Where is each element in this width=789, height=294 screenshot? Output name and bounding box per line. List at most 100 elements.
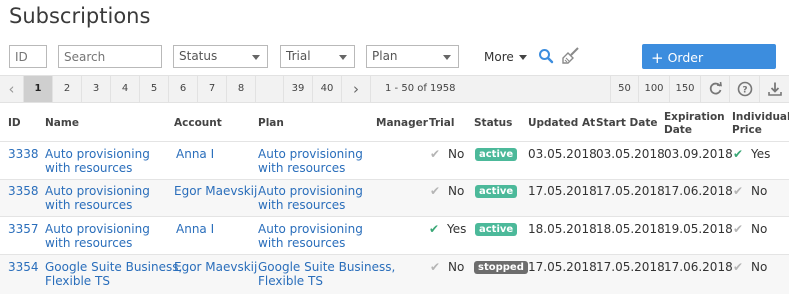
prev-page-button[interactable]: ‹ [0, 76, 24, 102]
row-updated-at: 17.05.2018 [528, 184, 597, 198]
search-icon[interactable] [538, 48, 554, 69]
row-id-link[interactable]: 3338 [8, 147, 39, 161]
row-name-line-1: Google Suite Business, [45, 260, 183, 274]
row-expiration-date: 19.05.2018 [664, 222, 733, 236]
row-name-link[interactable]: Auto provisioning with resources [45, 147, 150, 175]
row-plan-line-2: Flexible TS [258, 274, 323, 288]
row-plan-link[interactable]: Google Suite Business, Flexible TS [258, 260, 395, 288]
row-plan-link[interactable]: Auto provisioning with resources [258, 147, 363, 175]
checkmark-icon: ✔ [429, 222, 440, 236]
row-plan-line-1: Auto provisioning [258, 184, 363, 198]
table-row[interactable]: 3354 Google Suite Business, Flexible TS E… [0, 254, 789, 294]
plus-icon: + [651, 49, 664, 67]
order-subscription-button[interactable]: +Order Subscription [642, 44, 776, 82]
page-size-50[interactable]: 50 [610, 76, 639, 102]
broom-icon[interactable] [561, 46, 580, 70]
page-size-100[interactable]: 100 [639, 76, 670, 102]
expiration-header-line-1: Expiration [664, 111, 725, 123]
column-header-start-date[interactable]: Start Date [596, 117, 657, 130]
row-name-line-1: Auto provisioning [45, 147, 150, 161]
row-name-line-2: with resources [45, 161, 133, 175]
id-filter-input[interactable] [9, 45, 47, 68]
row-plan-line-1: Auto provisioning [258, 147, 363, 161]
row-name-link[interactable]: Auto provisioning with resources [45, 222, 150, 250]
row-account-link[interactable]: Anna I [176, 147, 214, 161]
plan-filter-select[interactable]: Plan [366, 45, 459, 68]
column-header-status[interactable]: Status [474, 117, 512, 130]
table-row[interactable]: 3358 Auto provisioning with resources Ego… [0, 179, 789, 216]
individual-price-header-line-1: Individual [732, 111, 789, 123]
row-individual-price: No [751, 184, 768, 198]
column-header-manager[interactable]: Manager [376, 117, 428, 130]
row-individual-price: No [751, 222, 768, 236]
status-badge: active [475, 148, 518, 161]
page-button[interactable]: 4 [111, 76, 140, 102]
checkmark-icon: ✔ [430, 184, 441, 198]
search-input[interactable] [58, 45, 162, 68]
row-start-date: 17.05.2018 [596, 260, 665, 274]
trial-filter-select[interactable]: Trial [280, 45, 355, 68]
column-header-individual-price[interactable]: Individual Price [732, 111, 789, 137]
row-id-link[interactable]: 3354 [8, 260, 39, 274]
row-name-line-2: with resources [45, 198, 133, 212]
row-account-link[interactable]: Anna I [176, 222, 214, 236]
page-button[interactable]: 40 [313, 76, 342, 102]
row-plan-line-2: with resources [258, 236, 346, 250]
table-row[interactable]: 3357 Auto provisioning with resources Ann… [0, 216, 789, 254]
table-row[interactable]: 3338 Auto provisioning with resources Ann… [0, 141, 789, 179]
row-start-date: 17.05.2018 [596, 184, 665, 198]
row-plan-link[interactable]: Auto provisioning with resources [258, 222, 363, 250]
row-trial-value: Yes [447, 222, 467, 236]
column-header-expiration-date[interactable]: Expiration Date [664, 111, 725, 137]
page-range-label: 1 - 50 of 1958 [385, 83, 456, 94]
download-icon[interactable] [760, 76, 789, 102]
page-size-150[interactable]: 150 [670, 76, 701, 102]
row-name-line-2: Flexible TS [45, 274, 110, 288]
refresh-icon[interactable] [701, 76, 730, 102]
plan-filter-label: Plan [372, 49, 398, 63]
page-button[interactable]: 39 [284, 76, 313, 102]
checkmark-icon: ✔ [430, 147, 441, 161]
column-header-trial[interactable]: Trial [429, 117, 454, 130]
status-filter-select[interactable]: Status [173, 45, 268, 68]
row-account-link[interactable]: Egor Maevskij [174, 184, 257, 198]
column-header-account[interactable]: Account [174, 117, 222, 130]
row-name-link[interactable]: Google Suite Business, Flexible TS [45, 260, 182, 288]
row-name-link[interactable]: Auto provisioning with resources [45, 184, 150, 212]
row-expiration-date: 03.09.2018 [664, 147, 733, 161]
status-badge: stopped [474, 261, 528, 274]
row-trial-value: No [448, 147, 465, 161]
chevron-down-icon [518, 55, 527, 60]
page-button[interactable]: 5 [140, 76, 169, 102]
row-updated-at: 18.05.2018 [528, 222, 597, 236]
page-button[interactable]: 3 [82, 76, 111, 102]
row-plan-line-1: Google Suite Business, [258, 260, 396, 274]
page-button[interactable]: 7 [198, 76, 227, 102]
row-id-link[interactable]: 3358 [8, 184, 39, 198]
column-header-name[interactable]: Name [45, 117, 79, 130]
more-filters-dropdown[interactable]: More [484, 50, 527, 64]
row-individual-price: Yes [751, 147, 771, 161]
column-header-id[interactable]: ID [8, 117, 21, 130]
page-button[interactable]: 1 [24, 76, 53, 102]
checkmark-icon: ✔ [733, 222, 744, 236]
pagination-bar: ‹ 1 2 3 4 5 6 7 8 39 40 › 1 - 50 of 1958… [0, 75, 789, 103]
help-icon[interactable]: ? [730, 76, 760, 102]
page-title: Subscriptions [9, 4, 151, 28]
row-id-link[interactable]: 3357 [8, 222, 39, 236]
row-plan-line-2: with resources [258, 161, 346, 175]
page-gap [256, 76, 284, 102]
row-account-link[interactable]: Egor Maevskij [174, 260, 257, 274]
row-plan-link[interactable]: Auto provisioning with resources [258, 184, 363, 212]
page-button[interactable]: 8 [227, 76, 256, 102]
row-plan-line-2: with resources [258, 198, 346, 212]
row-name-line-1: Auto provisioning [45, 222, 150, 236]
next-page-button[interactable]: › [342, 76, 371, 102]
row-updated-at: 03.05.2018 [528, 147, 597, 161]
row-expiration-date: 17.06.2018 [664, 260, 733, 274]
column-header-updated-at[interactable]: Updated At [528, 117, 595, 130]
checkmark-icon: ✔ [733, 260, 744, 274]
page-button[interactable]: 2 [53, 76, 82, 102]
column-header-plan[interactable]: Plan [258, 117, 284, 130]
page-button[interactable]: 6 [169, 76, 198, 102]
